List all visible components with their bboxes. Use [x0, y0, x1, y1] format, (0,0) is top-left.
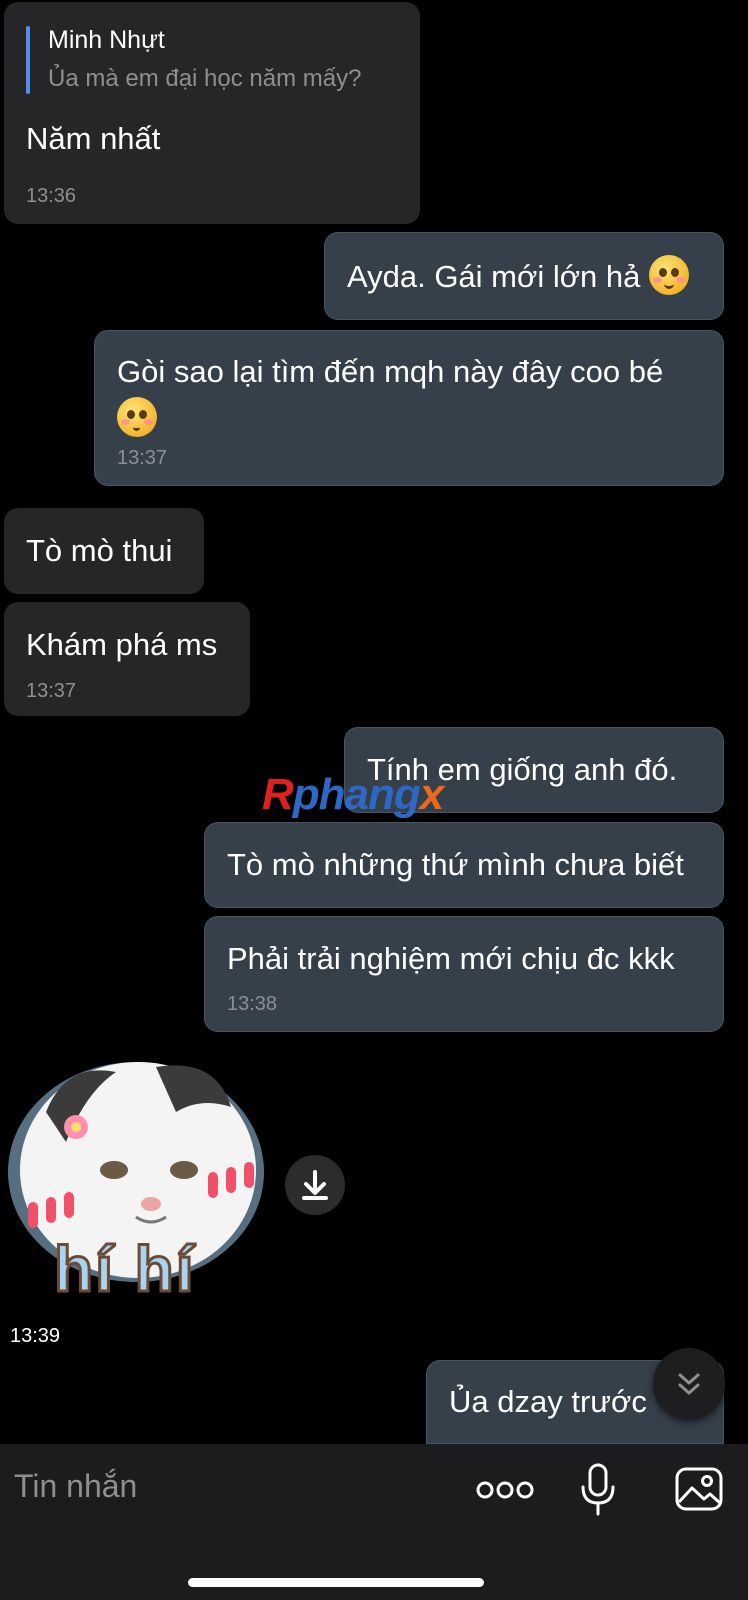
microphone-icon [581, 1463, 615, 1516]
sticker-caption: hí hí [53, 1232, 196, 1307]
message-bubble-outgoing[interactable]: Phải trải nghiệm mới chịu đc kkk 13:38 [204, 916, 724, 1032]
message-text: Phải trải nghiệm mới chịu đc kkk [227, 941, 675, 976]
chevron-double-down-icon [678, 1373, 700, 1395]
kissing-face-emoji-icon [117, 397, 157, 437]
image-icon [675, 1467, 723, 1511]
message-input[interactable]: Tin nhắn [14, 1468, 137, 1505]
download-icon [302, 1170, 328, 1200]
message-bubble-outgoing[interactable]: Tò mò những thứ mình chưa biết [204, 822, 724, 908]
message-time: 13:37 [117, 447, 168, 469]
message-text: Gòi sao lại tìm đến mqh này đây coo bé [117, 354, 664, 389]
message-time: 13:37 [26, 680, 77, 702]
home-indicator[interactable] [188, 1578, 484, 1587]
message-text: Ủa dzay trước [449, 1384, 647, 1419]
gallery-button[interactable] [674, 1466, 724, 1512]
reply-quote-bar [26, 26, 30, 94]
more-button[interactable] [476, 1470, 534, 1510]
message-bubble-incoming[interactable]: Tò mò thui [4, 508, 204, 594]
message-bubble-outgoing[interactable]: Ayda. Gái mới lớn hả [324, 232, 724, 320]
message-time: 13:38 [227, 993, 278, 1015]
reply-quoted-text: Ủa mà em đại học năm mấy? [48, 65, 362, 92]
message-bubble-outgoing[interactable]: Gòi sao lại tìm đến mqh này đây coo bé 1… [94, 330, 724, 486]
message-text: Khám phá ms [26, 627, 218, 662]
cat-sticker[interactable]: hí hí [6, 1052, 266, 1307]
message-bubble-incoming[interactable]: Khám phá ms 13:37 [4, 602, 250, 716]
message-text: Tò mò những thứ mình chưa biết [227, 847, 684, 882]
sticker-time: 13:39 [10, 1325, 61, 1347]
reply-author-name: Minh Nhựt [48, 26, 165, 54]
voice-record-button[interactable] [578, 1462, 618, 1518]
scroll-to-bottom-button[interactable] [653, 1348, 725, 1420]
message-text: Tò mò thui [26, 533, 173, 568]
message-text: Ayda. Gái mới lớn hả [347, 255, 690, 298]
download-button[interactable] [285, 1155, 345, 1215]
watermark-logo: Rphangx [262, 770, 444, 819]
message-text-content: Ayda. Gái mới lớn hả [347, 259, 641, 294]
smiling-face-emoji-icon [649, 255, 690, 295]
more-dots-icon [476, 1481, 534, 1499]
message-bubble-incoming[interactable]: Minh Nhựt Ủa mà em đại học năm mấy? Năm … [4, 2, 420, 224]
message-time: 13:36 [26, 185, 77, 207]
message-text: Năm nhất [26, 121, 161, 156]
